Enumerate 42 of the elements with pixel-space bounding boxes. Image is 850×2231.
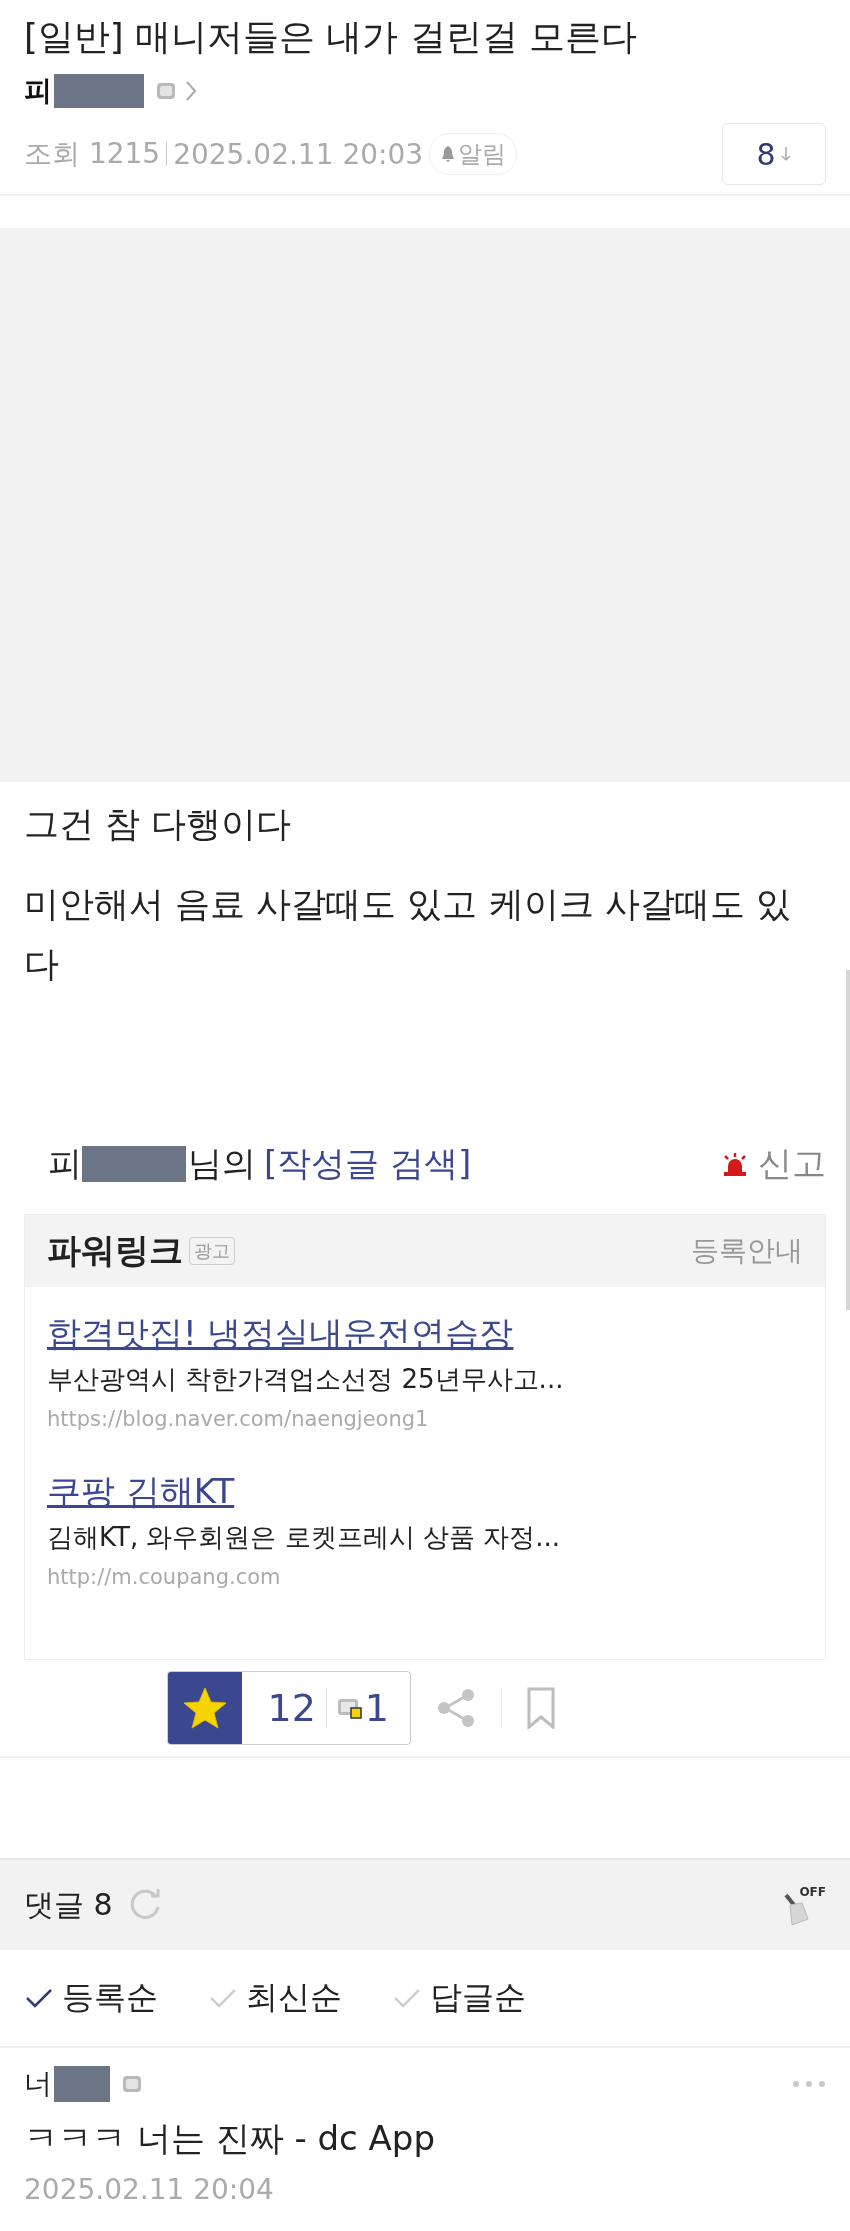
bookmark-button[interactable] bbox=[525, 1687, 556, 1729]
comment-text: ㅋㅋㅋ 너는 진짜 - dc App bbox=[24, 2117, 436, 2160]
comment-count-button[interactable]: 8 bbox=[722, 123, 826, 185]
chevron-right-icon bbox=[184, 79, 198, 103]
fixed-recommend-icon bbox=[336, 1697, 363, 1719]
post-title: [일반] 매니저들은 내가 걸린걸 모른다 bbox=[24, 15, 638, 59]
more-button[interactable] bbox=[792, 2080, 826, 2088]
ad-url: http://m.coupang.com bbox=[47, 1564, 282, 1591]
author-posts-link[interactable]: [작성글 검색] bbox=[264, 1141, 472, 1187]
siren-icon bbox=[722, 1152, 748, 1176]
ad-badge: 광고 bbox=[189, 1237, 235, 1265]
ad-heading: 파워링크 bbox=[47, 1229, 183, 1272]
body-text: 그건 참 다행이다 bbox=[24, 803, 293, 846]
body-text: 미안해서 음료 사갈때도 있고 케이크 사갈때도 있다 bbox=[24, 883, 792, 986]
comment-date: 2025.02.11 20:04 bbox=[24, 2172, 275, 2208]
recommend-button[interactable] bbox=[167, 1672, 242, 1744]
post-date: 2025.02.11 20:03 bbox=[173, 137, 424, 171]
ad-description: 부산광역시 착한가격업소선정 25년무사고... bbox=[47, 1363, 565, 1396]
sort-option[interactable]: 답글순 bbox=[392, 1976, 526, 2020]
ad-description: 김해KT, 와우회원은 로켓프레시 상품 자정... bbox=[47, 1521, 562, 1554]
commenter-name[interactable]: 너 bbox=[24, 2065, 52, 2103]
ad-title-link[interactable]: 합격맛집! 냉정실내운전연습장 bbox=[47, 1313, 514, 1353]
bookmark-icon bbox=[525, 1687, 556, 1729]
star-icon bbox=[181, 1686, 228, 1730]
author-suffix: 님의 bbox=[188, 1142, 256, 1185]
more-icon bbox=[792, 2080, 826, 2088]
fixed-recommend-count: 1 bbox=[364, 1686, 390, 1730]
comment-count: 댓글 8 bbox=[24, 1885, 113, 1924]
sort-option[interactable]: 등록순 bbox=[24, 1976, 158, 2020]
bell-icon bbox=[440, 145, 457, 163]
report-button[interactable]: 신고 bbox=[722, 1141, 826, 1187]
filter-toggle[interactable]: OFF bbox=[782, 1883, 826, 1927]
author-name: 피 bbox=[48, 1142, 82, 1185]
sort-option[interactable]: 최신순 bbox=[208, 1976, 342, 2020]
view-count: 조회 1215 bbox=[24, 136, 161, 172]
ad-title-link[interactable]: 쿠팡 김해KT bbox=[47, 1471, 235, 1511]
gallog-icon bbox=[156, 82, 176, 100]
gallog-icon bbox=[122, 2075, 142, 2093]
recommend-count: 12 bbox=[267, 1686, 316, 1730]
author-name[interactable]: 피 bbox=[24, 72, 52, 110]
down-arrow-icon bbox=[779, 145, 792, 163]
ad-url: https://blog.naver.com/naengjeong1 bbox=[47, 1406, 430, 1433]
